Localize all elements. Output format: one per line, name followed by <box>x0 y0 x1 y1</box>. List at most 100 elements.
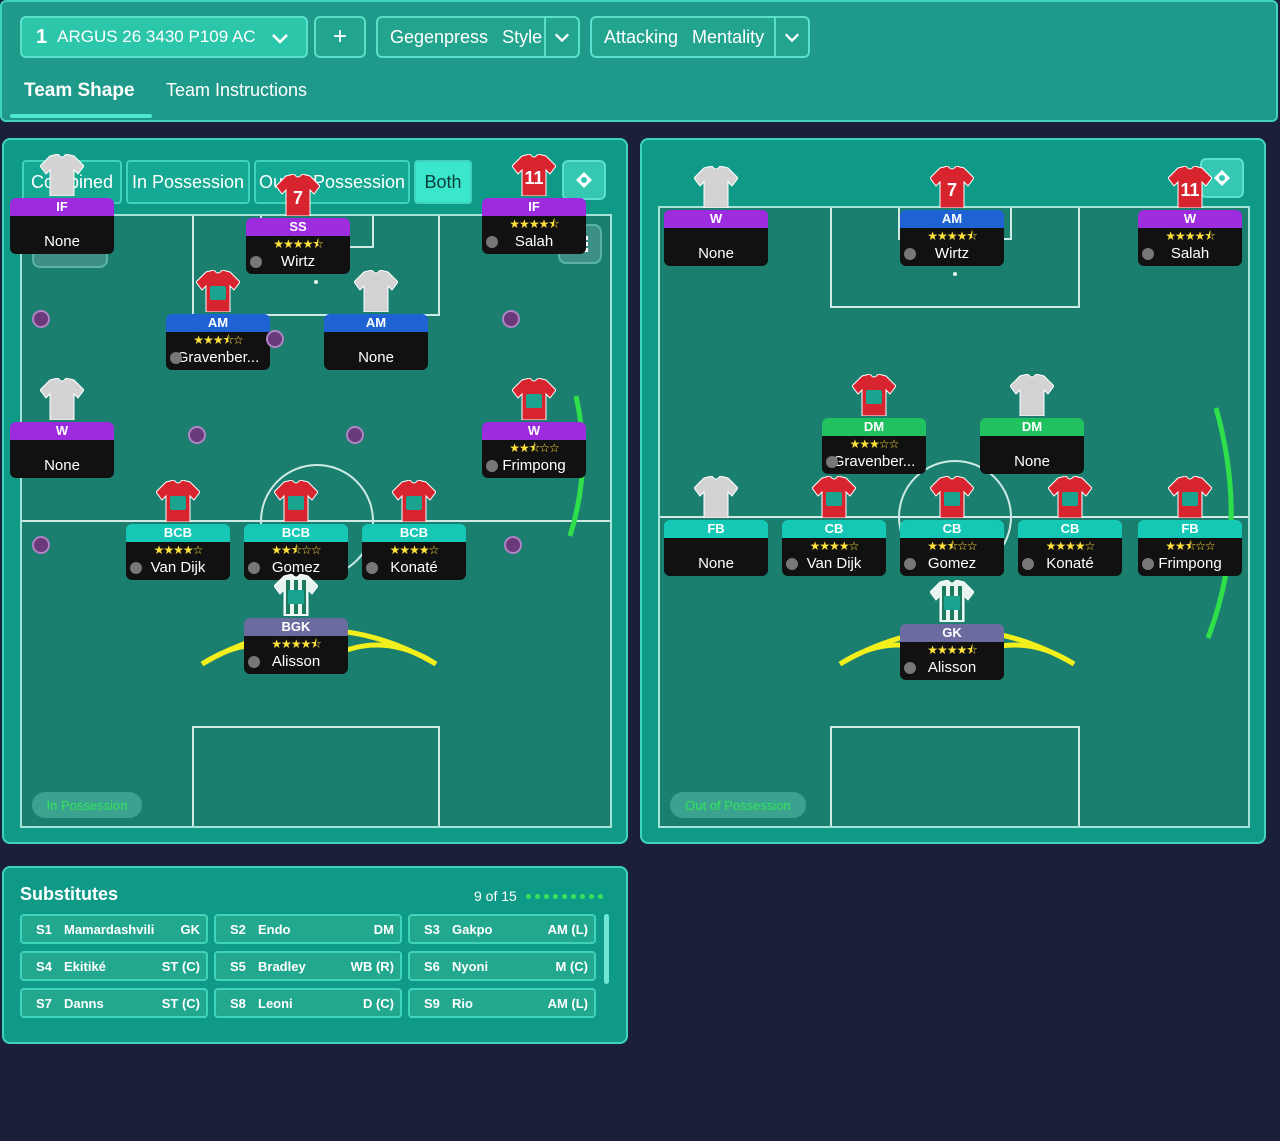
player-card[interactable]: IF None <box>10 153 114 254</box>
role-label: W <box>10 422 114 440</box>
shirt-icon: 7 <box>275 173 321 217</box>
role-instruction-badge-icon[interactable] <box>504 536 522 554</box>
player-card[interactable]: CB ★★★★☆ Konaté <box>1018 475 1122 576</box>
mentality-dropdown-arrow[interactable] <box>774 18 808 56</box>
sub-name: Nyoni <box>452 958 489 974</box>
player-name: None <box>664 554 768 576</box>
substitute-item[interactable]: S2 Endo DM <box>214 914 402 944</box>
tab-team-instructions[interactable]: Team Instructions <box>166 80 307 101</box>
role-instruction-badge-icon[interactable] <box>346 426 364 444</box>
player-card[interactable]: AM None <box>324 269 428 370</box>
rating-stars: ★★★★⯪ <box>900 228 1004 244</box>
svg-text:11: 11 <box>524 168 543 188</box>
player-card[interactable]: BCB ★★★★☆ Van Dijk <box>126 479 230 580</box>
sub-position: M (C) <box>555 958 589 974</box>
sub-name: Mamardashvili <box>64 921 155 937</box>
rating-stars: ★★★★☆ <box>362 542 466 558</box>
player-card[interactable]: BCB ★★★★☆ Konaté <box>362 479 466 580</box>
rating-stars: ★★★★⯪ <box>244 636 348 652</box>
player-card[interactable]: W None <box>10 377 114 478</box>
player-card[interactable]: CB ★★★★☆ Van Dijk <box>782 475 886 576</box>
player-card[interactable]: DM ★★★☆☆ Gravenber... <box>822 373 926 474</box>
rating-stars: ★★★★⯪ <box>246 236 350 252</box>
player-name: Alisson <box>244 652 348 674</box>
player-card[interactable]: GK ★★★★⯪ Alisson <box>900 579 1004 680</box>
active-tab-indicator <box>10 114 152 118</box>
sub-code: S7 <box>36 995 52 1011</box>
sub-code: S5 <box>230 958 246 974</box>
rating-stars <box>324 332 428 348</box>
player-card[interactable]: W ★★⯪☆☆ Frimpong <box>482 377 586 478</box>
player-card[interactable]: BGK ★★★★⯪ Alisson <box>244 573 348 674</box>
sub-name: Endo <box>258 921 291 937</box>
substitutes-count: 9 of 15 <box>474 888 517 904</box>
sub-code: S8 <box>230 995 246 1011</box>
player-card[interactable]: 7 SS ★★★★⯪ Wirtz <box>246 173 350 274</box>
shirt-icon <box>195 269 241 313</box>
tactic-header: 1 ARGUS 26 3430 P109 AC + Gegenpress Sty… <box>0 0 1278 122</box>
player-card[interactable]: FB ★★⯪☆☆ Frimpong <box>1138 475 1242 576</box>
player-card[interactable]: BCB ★★⯪☆☆ Gomez <box>244 479 348 580</box>
rating-stars: ★★★☆☆ <box>822 436 926 452</box>
chevron-down-icon <box>554 33 570 43</box>
player-name: Salah <box>482 232 586 254</box>
sub-position: ST (C) <box>161 995 200 1011</box>
player-card[interactable]: 11 IF ★★★★⯪ Salah <box>482 153 586 254</box>
add-tactic-button[interactable]: + <box>314 16 366 58</box>
sub-position: WB (R) <box>350 958 394 974</box>
style-select[interactable]: Gegenpress Style <box>376 16 580 58</box>
player-name: Gomez <box>900 554 1004 576</box>
sub-code: S4 <box>36 958 52 974</box>
shirt-icon <box>929 475 975 519</box>
sub-code: S6 <box>424 958 440 974</box>
shirt-icon <box>1167 475 1213 519</box>
diamond-icon <box>1214 170 1230 186</box>
player-name: Gravenber... <box>166 348 270 370</box>
shirt-icon <box>693 475 739 519</box>
tactic-select[interactable]: 1 ARGUS 26 3430 P109 AC <box>20 16 308 58</box>
svg-text:7: 7 <box>293 188 303 208</box>
person-icon <box>904 662 916 674</box>
role-instruction-badge-icon[interactable] <box>188 426 206 444</box>
player-card[interactable]: DM None <box>980 373 1084 474</box>
substitute-item[interactable]: S9 Rio AM (L) <box>408 988 596 1018</box>
role-label: AM <box>324 314 428 332</box>
substitute-item[interactable]: S6 Nyoni M (C) <box>408 951 596 981</box>
player-card[interactable]: FB None <box>664 475 768 576</box>
shirt-icon <box>391 479 437 523</box>
mentality-value: Attacking <box>604 26 679 47</box>
style-dropdown-arrow[interactable] <box>544 18 578 56</box>
role-instruction-badge-icon[interactable] <box>32 310 50 328</box>
substitute-item[interactable]: S8 Leoni D (C) <box>214 988 402 1018</box>
segment-both[interactable]: Both <box>414 160 472 204</box>
role-instruction-badge-icon[interactable] <box>32 536 50 554</box>
player-card[interactable]: AM ★★★⯪☆ Gravenber... <box>166 269 270 370</box>
player-card[interactable]: CB ★★⯪☆☆ Gomez <box>900 475 1004 576</box>
shirt-icon <box>273 479 319 523</box>
player-card[interactable]: 7 AM ★★★★⯪ Wirtz <box>900 165 1004 266</box>
substitutes-scrollbar[interactable] <box>604 914 609 984</box>
substitute-item[interactable]: S4 Ekitiké ST (C) <box>20 951 208 981</box>
sub-name: Rio <box>452 995 473 1011</box>
style-label: Style <box>502 26 543 47</box>
svg-text:11: 11 <box>1180 180 1199 200</box>
person-icon <box>1022 558 1034 570</box>
substitute-item[interactable]: S1 Mamardashvili GK <box>20 914 208 944</box>
role-label: BCB <box>126 524 230 542</box>
shirt-icon <box>273 573 319 617</box>
player-card[interactable]: 11 W ★★★★⯪ Salah <box>1138 165 1242 266</box>
substitute-item[interactable]: S3 Gakpo AM (L) <box>408 914 596 944</box>
substitute-item[interactable]: S5 Bradley WB (R) <box>214 951 402 981</box>
diamond-button[interactable] <box>562 160 606 200</box>
rating-stars: ★★★★☆ <box>782 538 886 554</box>
role-instruction-badge-icon[interactable] <box>502 310 520 328</box>
segment-in-possession[interactable]: In Possession <box>126 160 250 204</box>
player-card[interactable]: W None <box>664 165 768 266</box>
person-icon <box>904 248 916 260</box>
role-instruction-badge-icon[interactable] <box>266 330 284 348</box>
mentality-select[interactable]: Attacking Mentality <box>590 16 810 58</box>
tab-team-shape[interactable]: Team Shape <box>24 80 135 102</box>
role-label: SS <box>246 218 350 236</box>
shirt-icon <box>511 377 557 421</box>
substitute-item[interactable]: S7 Danns ST (C) <box>20 988 208 1018</box>
